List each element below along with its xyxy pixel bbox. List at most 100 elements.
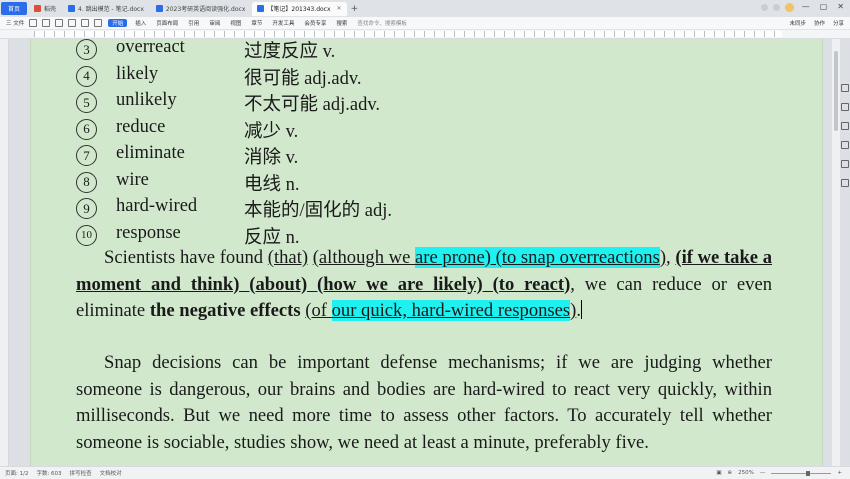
tab-label: 【笔记】201343.docx — [267, 6, 331, 13]
collaborate-button[interactable]: 协作 — [814, 19, 825, 27]
vocab-word: overreact — [116, 39, 185, 57]
word-count[interactable]: 字数: 603 — [36, 469, 61, 477]
zoom-in-icon[interactable]: + — [837, 470, 842, 476]
minimize-icon[interactable]: — — [802, 2, 810, 11]
limit-icon[interactable] — [841, 141, 849, 149]
new-tab-button[interactable]: + — [351, 4, 359, 14]
vocab-word: eliminate — [116, 143, 185, 163]
proofread-button[interactable]: 文档校对 — [100, 469, 122, 477]
sync-status[interactable]: 未同步 — [789, 19, 806, 27]
side-toolbar — [840, 79, 850, 284]
title-tab-bar: 首页 稻壳 4. 跳出模范 - 笔记.docx 2023考研英语阅读强化.doc… — [0, 0, 850, 17]
vocab-meaning: 本能的/固化的 adj. — [244, 201, 392, 221]
web-view-icon[interactable]: ⊕ — [728, 470, 733, 476]
shape-icon[interactable] — [841, 103, 849, 111]
document-area[interactable]: 3 overreact 过度反应 v. 4 likely 很可能 adj.adv… — [0, 39, 850, 466]
item-number: 9 — [76, 198, 97, 219]
vocab-meaning: 减少 v. — [244, 121, 299, 142]
tab-document-2[interactable]: 2023考研英语阅读强化.docx — [151, 2, 251, 16]
undo-icon[interactable] — [81, 19, 90, 27]
status-bar: 页面: 1/2 字数: 603 拼写检查 文档校对 ▣ ⊕ 250% — + — [0, 466, 850, 479]
tab-label: 2023考研英语阅读强化.docx — [165, 6, 246, 13]
ribbon-right: 未同步 协作 分享 — [789, 19, 844, 27]
tab-docer[interactable]: 稻壳 — [29, 2, 61, 16]
save-icon[interactable] — [29, 19, 38, 27]
print-icon[interactable] — [55, 19, 64, 27]
ribbon-tab-view[interactable]: 视图 — [228, 19, 243, 27]
item-number: 6 — [76, 118, 97, 140]
page-indicator[interactable]: 页面: 1/2 — [5, 469, 28, 477]
item-number: 4 — [76, 65, 97, 87]
list-item: 6 reduce 减少 v. — [76, 117, 776, 143]
item-number: 10 — [76, 224, 97, 246]
share-button[interactable]: 分享 — [833, 19, 844, 27]
zoom-slider[interactable] — [771, 470, 832, 476]
vertical-ruler[interactable] — [0, 39, 9, 466]
ribbon-tab-developer[interactable]: 开发工具 — [270, 19, 296, 27]
zoom-slider-knob[interactable] — [806, 470, 811, 476]
doc-tools-icon[interactable] — [841, 160, 849, 168]
vocab-meaning: 很可能 adj.adv. — [244, 68, 362, 89]
text-run: (of — [305, 300, 332, 321]
word-doc-icon — [257, 5, 265, 12]
vocab-word: reduce — [116, 116, 166, 137]
ribbon-tab-layout[interactable]: 页面布局 — [154, 19, 180, 27]
ribbon-tab-review[interactable]: 审阅 — [207, 19, 222, 27]
ribbon-tab-insert[interactable]: 插入 — [133, 19, 148, 27]
close-tab-icon[interactable]: ✕ — [337, 5, 342, 12]
text-run: , — [666, 247, 676, 268]
ribbon-tab-home[interactable]: 开始 — [108, 19, 128, 27]
skin-icon[interactable] — [773, 4, 780, 11]
item-number: 7 — [76, 145, 97, 166]
select-icon[interactable] — [841, 84, 849, 92]
style-icon[interactable] — [841, 122, 849, 130]
window-controls: — ▢ ✕ — [802, 2, 844, 11]
item-number: 3 — [76, 39, 97, 60]
ribbon-tab-member[interactable]: 会员专享 — [302, 19, 328, 27]
horizontal-ruler[interactable] — [0, 30, 850, 39]
word-doc-icon — [155, 5, 163, 12]
ribbon-tab-sections[interactable]: 章节 — [249, 19, 264, 27]
zoom-out-icon[interactable]: — — [760, 470, 766, 476]
text-run: (although we — [312, 247, 416, 268]
avatar[interactable] — [785, 3, 794, 12]
preview-icon[interactable] — [68, 19, 77, 27]
redo-icon[interactable] — [94, 19, 103, 27]
list-item: 3 overreact 过度反应 v. — [76, 39, 776, 63]
account-area — [761, 3, 794, 12]
view-mode-icon[interactable]: ▣ — [716, 470, 721, 476]
vocab-meaning: 电线 n. — [244, 174, 300, 195]
vocab-word: likely — [116, 63, 159, 84]
ruler-scale — [34, 31, 782, 37]
vocab-word: wire — [116, 169, 149, 190]
open-icon[interactable] — [42, 19, 51, 27]
vertical-scrollbar[interactable] — [832, 39, 840, 466]
list-item: 4 likely 很可能 adj.adv. — [76, 64, 776, 90]
item-number: 5 — [76, 92, 97, 113]
vocab-meaning: 过度反应 v. — [244, 42, 336, 62]
maximize-icon[interactable]: ▢ — [820, 2, 828, 11]
file-menu[interactable]: 三 文件 — [6, 19, 24, 27]
ribbon-tab-search[interactable]: 搜索 — [334, 19, 349, 27]
home-tab[interactable]: 首页 — [1, 2, 27, 15]
docer-icon — [34, 5, 41, 12]
vocab-word: hard-wired — [116, 196, 198, 216]
close-window-icon[interactable]: ✕ — [837, 2, 844, 11]
text-run: (that) — [267, 247, 309, 268]
tab-document-1[interactable]: 4. 跳出模范 - 笔记.docx — [63, 2, 149, 16]
zoom-level[interactable]: 250% — [738, 470, 754, 476]
highlighted-text: our quick, hard-wired responses — [331, 300, 571, 321]
tab-document-active[interactable]: 【笔记】201343.docx ✕ — [252, 1, 347, 16]
share-icon[interactable] — [841, 179, 849, 187]
list-item: 8 wire 电线 n. — [76, 170, 776, 196]
ribbon-tab-references[interactable]: 引用 — [186, 19, 201, 27]
command-search-hint[interactable]: 查找命令、搜索模板 — [355, 19, 409, 27]
highlighted-text: are prone) (to snap overreactions — [415, 247, 660, 268]
scrollbar-thumb[interactable] — [834, 51, 838, 131]
layout-icon[interactable] — [761, 4, 768, 11]
list-item: 7 eliminate 消除 v. — [76, 143, 776, 169]
text-run: Scientists have found — [104, 247, 268, 268]
spell-check-button[interactable]: 拼写检查 — [70, 469, 92, 477]
tab-label: 4. 跳出模范 - 笔记.docx — [78, 6, 144, 13]
vocab-meaning: 不太可能 adj.adv. — [244, 95, 380, 115]
